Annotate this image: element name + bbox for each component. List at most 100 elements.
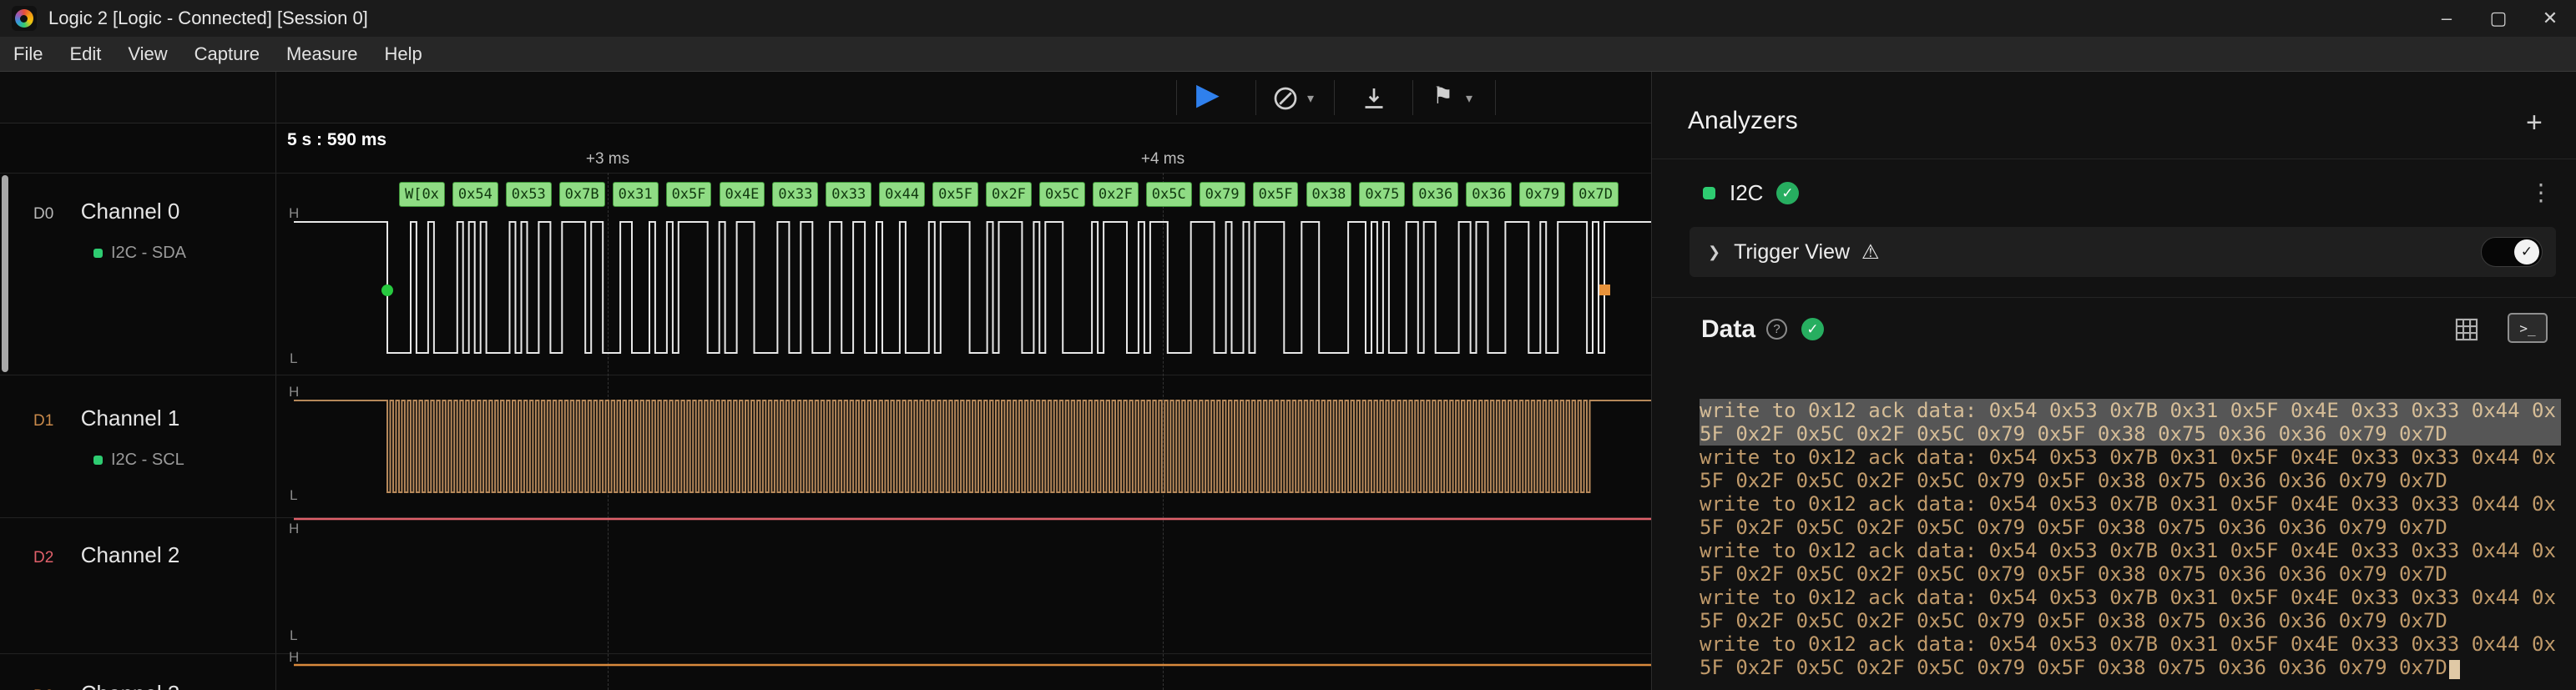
markers-caret-icon[interactable]: ▾: [1466, 90, 1472, 107]
i2c-data-annotation: 0x53: [506, 182, 552, 207]
terminal-line[interactable]: write to 0x12 ack data: 0x54 0x53 0x7B 0…: [1700, 632, 2561, 679]
channel-1-name: Channel 1: [81, 405, 180, 431]
toolbar-divider: [1255, 80, 1256, 115]
i2c-data-annotation: 0x33: [826, 182, 871, 207]
channel-3-name: Channel 3: [81, 681, 180, 690]
timeline-marker-label: +3 ms: [586, 150, 629, 169]
i2c-menu-button[interactable]: ⋮: [2529, 179, 2553, 206]
row-divider: [0, 517, 1651, 518]
toolbar-divider: [1334, 80, 1335, 115]
i2c-data-annotation: 0x36: [1412, 182, 1458, 207]
trigger-view-label: Trigger View: [1734, 240, 1850, 264]
channel-3-row[interactable]: D3 Channel 3: [33, 681, 179, 690]
i2c-data-annotation: 0x38: [1306, 182, 1352, 207]
i2c-status-check-icon: ✓: [1776, 182, 1799, 204]
terminal-line[interactable]: write to 0x12 ack data: 0x54 0x53 0x7B 0…: [1700, 586, 2561, 632]
table-view-icon[interactable]: [2452, 315, 2481, 348]
i2c-analyzer-dot-icon: [1703, 187, 1715, 199]
channel-2-high-marker: H: [289, 521, 299, 537]
menu-capture[interactable]: Capture: [181, 37, 273, 72]
analyzers-title: Analyzers: [1688, 107, 1798, 135]
menu-file[interactable]: File: [0, 37, 56, 72]
data-status-check-icon: ✓: [1801, 318, 1824, 340]
channel-scrollbar-thumb[interactable]: [2, 175, 8, 372]
i2c-data-annotation: 0x5F: [932, 182, 978, 207]
channel-0-row[interactable]: D0 Channel 0: [33, 199, 179, 224]
toolbar-divider: [1412, 80, 1413, 115]
menu-edit[interactable]: Edit: [56, 37, 114, 72]
i2c-data-annotation: 0x4E: [720, 182, 765, 207]
i2c-data-annotation: 0x7B: [559, 182, 605, 207]
i2c-data-annotation: 0x31: [613, 182, 659, 207]
panel-divider: [1652, 297, 2576, 298]
terminal-cursor: [2449, 660, 2460, 679]
trigger-view-toggle[interactable]: ✓: [2481, 237, 2543, 267]
channel-1-id: D1: [33, 412, 53, 430]
window-controls: – ▢ ✕: [2421, 0, 2576, 37]
maximize-button[interactable]: ▢: [2472, 0, 2524, 37]
i2c-data-annotation: 0x79: [1200, 182, 1245, 207]
i2c-data-annotation: 0x5C: [1039, 182, 1085, 207]
terminal-line[interactable]: write to 0x12 ack data: 0x54 0x53 0x7B 0…: [1700, 399, 2561, 446]
i2c-data-annotation: 0x54: [452, 182, 498, 207]
channel-1-row[interactable]: D1 Channel 1: [33, 405, 179, 431]
channel-0-name: Channel 0: [81, 199, 180, 224]
terminal-line[interactable]: write to 0x12 ack data: 0x54 0x53 0x7B 0…: [1700, 539, 2561, 586]
channel-0-high-marker: H: [289, 205, 299, 222]
chevron-right-icon[interactable]: ❯: [1708, 244, 1720, 261]
i2c-data-annotation: 0x36: [1466, 182, 1512, 207]
markers-flag-icon[interactable]: ⚑: [1432, 82, 1453, 109]
app-icon: [12, 6, 37, 31]
timeline-gridline: [608, 173, 609, 690]
i2c-data-annotation: 0x79: [1519, 182, 1565, 207]
toolbar-divider: [1176, 80, 1177, 115]
channel-3-high-marker: H: [289, 649, 299, 666]
export-icon[interactable]: [1359, 83, 1389, 118]
terminal-line[interactable]: write to 0x12 ack data: 0x54 0x53 0x7B 0…: [1700, 446, 2561, 492]
i2c-data-annotation: 0x5C: [1146, 182, 1192, 207]
i2c-start-marker: [381, 285, 393, 296]
minimize-button[interactable]: –: [2421, 0, 2472, 37]
terminal-output[interactable]: write to 0x12 ack data: 0x54 0x53 0x7B 0…: [1700, 399, 2561, 682]
channel-0-id: D0: [33, 205, 53, 223]
app-icon-center: [20, 15, 28, 23]
timeline-marker-label: +4 ms: [1141, 150, 1184, 169]
terminal-line[interactable]: write to 0x12 ack data: 0x54 0x53 0x7B 0…: [1700, 492, 2561, 539]
timeline-gridline: [1163, 173, 1164, 690]
i2c-address-annotation: W[0x: [399, 182, 445, 207]
channel-0-low-marker: L: [290, 350, 297, 367]
i2c-data-annotation: 0x2F: [986, 182, 1032, 207]
i2c-data-annotation: 0x5F: [1253, 182, 1299, 207]
channel-2-name: Channel 2: [81, 542, 180, 567]
i2c-analyzer-name[interactable]: I2C: [1730, 180, 1763, 206]
channel-1-analyzer[interactable]: I2C - SCL: [93, 451, 184, 470]
add-analyzer-button[interactable]: +: [2526, 107, 2543, 139]
toggle-check-icon: ✓: [2514, 239, 2539, 264]
close-button[interactable]: ✕: [2524, 0, 2576, 37]
terminal-view-icon[interactable]: >_: [2508, 313, 2548, 343]
title-bar: Logic 2 [Logic - Connected] [Session 0] …: [0, 0, 2576, 37]
play-button[interactable]: ▶: [1196, 77, 1220, 112]
menu-view[interactable]: View: [114, 37, 180, 72]
trigger-view-row[interactable]: ❯ Trigger View ⚠ ✓: [1690, 227, 2556, 277]
menu-help[interactable]: Help: [371, 37, 436, 72]
menu-measure[interactable]: Measure: [273, 37, 371, 72]
capture-mode-icon[interactable]: [1270, 83, 1301, 118]
i2c-data-annotation: 0x44: [879, 182, 925, 207]
analyzer-dot-icon: [93, 456, 103, 465]
label-column-divider: [275, 72, 276, 690]
channel-2-row[interactable]: D2 Channel 2: [33, 542, 179, 568]
channel-2-low-marker: L: [290, 627, 297, 644]
window-title: Logic 2 [Logic - Connected] [Session 0]: [48, 8, 368, 29]
data-section-title: Data: [1701, 315, 1755, 344]
capture-mode-caret-icon[interactable]: ▾: [1307, 90, 1314, 107]
channel-1-low-marker: L: [290, 487, 297, 504]
i2c-data-annotation: 0x2F: [1093, 182, 1139, 207]
warning-icon: ⚠: [1861, 240, 1880, 264]
channel-1-high-marker: H: [289, 384, 299, 400]
help-icon[interactable]: ?: [1766, 319, 1787, 340]
i2c-data-annotation: 0x33: [772, 182, 818, 207]
toolbar-divider: [1495, 80, 1496, 115]
i2c-data-annotation: 0x7D: [1573, 182, 1619, 207]
channel-0-analyzer[interactable]: I2C - SDA: [93, 244, 186, 263]
